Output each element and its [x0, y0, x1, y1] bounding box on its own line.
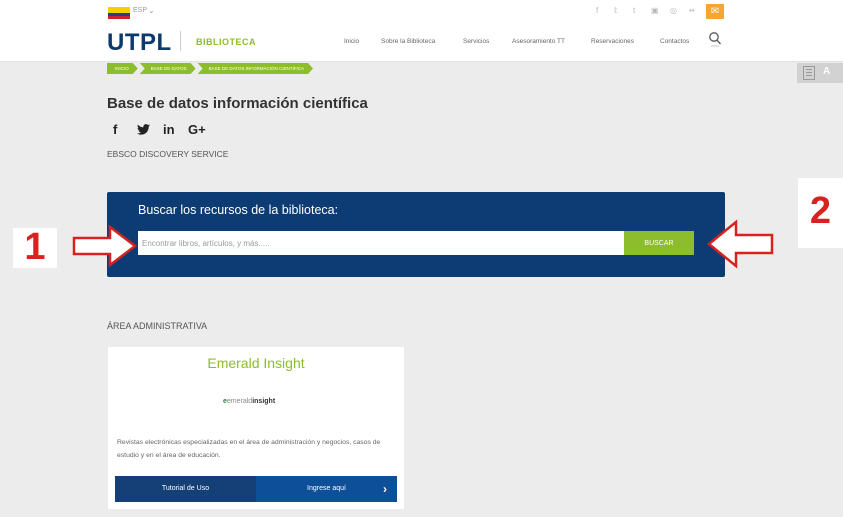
- ingrese-label: Ingrese aquí: [307, 485, 346, 492]
- document-icon[interactable]: [803, 66, 815, 80]
- nav-asesoramiento[interactable]: Asesoramiento TT: [512, 38, 565, 45]
- tutorial-button[interactable]: Tutorial de Uso: [115, 476, 256, 502]
- search-input[interactable]: [138, 231, 624, 255]
- ingrese-button[interactable]: Ingrese aquí ›: [256, 476, 397, 502]
- emerald-card: Emerald Insight eemeraldinsight Revistas…: [108, 347, 404, 509]
- accessibility-widget: A: [797, 63, 843, 83]
- nav-inicio[interactable]: Inicio: [344, 38, 359, 45]
- nav-sobre-biblioteca[interactable]: Sobre la Biblioteca: [381, 38, 435, 45]
- language-selector[interactable]: ESP: [133, 7, 147, 14]
- card-title[interactable]: Emerald Insight: [108, 355, 404, 371]
- site-header: ESP ⌄ f 𝕥 t ▣ ◎ •• ✉ UTPL BIBLIOTECA Ini…: [0, 0, 843, 62]
- logo-divider: [180, 31, 181, 51]
- facebook-icon[interactable]: f: [596, 6, 598, 15]
- linkedin-icon[interactable]: in: [163, 122, 175, 137]
- youtube-icon[interactable]: ▣: [651, 6, 659, 15]
- instagram-icon[interactable]: ◎: [670, 6, 677, 15]
- annotation-arrow-left: [707, 219, 774, 269]
- search-panel: Buscar los recursos de la biblioteca: BU…: [107, 192, 725, 277]
- nav-reservaciones[interactable]: Reservaciones: [591, 38, 634, 45]
- utpl-logo[interactable]: UTPL: [107, 29, 172, 57]
- twitter-icon[interactable]: 𝕥: [614, 6, 618, 15]
- card-button-group: Tutorial de Uso Ingrese aquí ›: [115, 476, 397, 502]
- font-size-icon[interactable]: A: [823, 66, 830, 77]
- mail-icon[interactable]: ✉: [706, 4, 724, 19]
- breadcrumb-base-datos[interactable]: BASE DE DATOS: [140, 63, 196, 74]
- page-title: Base de datos información científica: [107, 95, 368, 112]
- flickr-icon[interactable]: ••: [689, 6, 695, 15]
- annotation-number-1: 1: [13, 228, 57, 268]
- search-button[interactable]: BUSCAR: [624, 231, 694, 255]
- ebsco-subtitle: EBSCO DISCOVERY SERVICE: [107, 149, 229, 159]
- card-description: Revistas electrónicas especializadas en …: [117, 439, 381, 459]
- breadcrumb-inicio[interactable]: INICIO: [107, 63, 138, 74]
- breadcrumb: INICIO BASE DE DATOS BASE DE DATOS INFOR…: [107, 63, 315, 74]
- annotation-arrow-right: [72, 224, 138, 268]
- ecuador-flag-icon[interactable]: [108, 7, 130, 19]
- chevron-down-icon[interactable]: ⌄: [148, 6, 155, 15]
- biblioteca-label[interactable]: BIBLIOTECA: [196, 37, 256, 47]
- google-plus-icon[interactable]: G+: [188, 122, 206, 137]
- breadcrumb-current[interactable]: BASE DE DATOS INFORMACIÓN CIENTÍFICA: [198, 63, 313, 74]
- emerald-logo[interactable]: eemeraldinsight: [223, 398, 275, 405]
- nav-servicios[interactable]: Servicios: [463, 38, 489, 45]
- admin-section-title: ÁREA ADMINISTRATIVA: [107, 321, 208, 331]
- nav-contactos[interactable]: Contactos: [660, 38, 689, 45]
- facebook-icon[interactable]: f: [113, 122, 117, 137]
- chevron-right-icon: ›: [383, 482, 387, 496]
- search-panel-title: Buscar los recursos de la biblioteca:: [138, 203, 339, 217]
- twitter-icon[interactable]: [137, 122, 150, 137]
- annotation-number-2: 2: [798, 178, 843, 248]
- search-icon[interactable]: [708, 31, 722, 47]
- tumblr-icon[interactable]: t: [633, 6, 635, 15]
